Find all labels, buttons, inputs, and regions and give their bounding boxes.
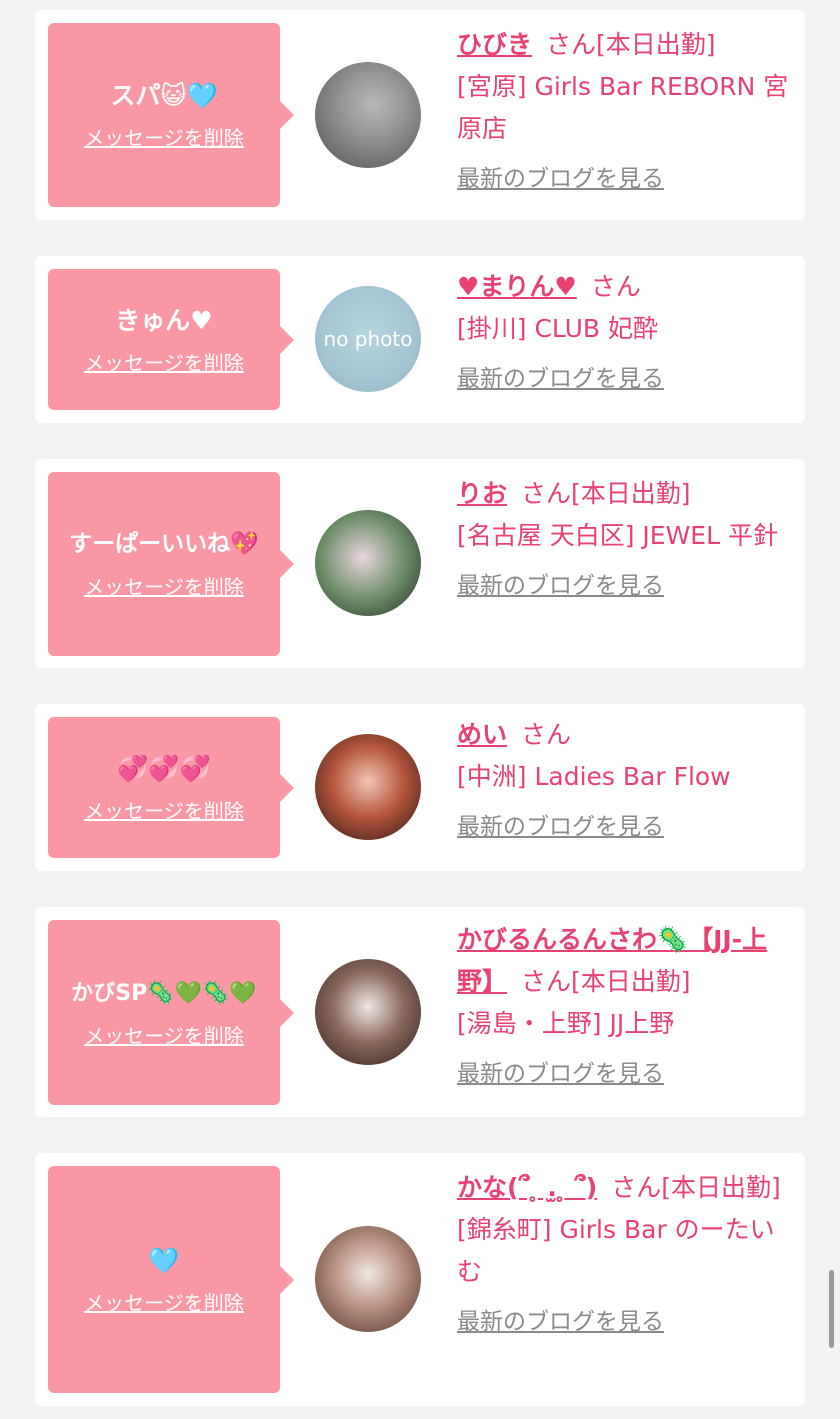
shop-name: [湯島・上野] JJ上野 bbox=[457, 1009, 675, 1038]
status-badge: [本日出勤] bbox=[596, 30, 716, 59]
avatar[interactable] bbox=[315, 510, 421, 616]
list-item: 💞💞💞 メッセージを削除 めい さん [中洲] Ladies Bar Flow 最… bbox=[35, 704, 805, 871]
girl-info: かな(՞ ̥ .̫ ̥ ՞) さん[本日出勤] [錦糸町] Girls Bar の… bbox=[457, 1167, 797, 1343]
honorific: さん bbox=[590, 272, 641, 301]
message-bubble: きゅん♥ メッセージを削除 bbox=[48, 269, 294, 410]
latest-blog-link[interactable]: 最新のブログを見る bbox=[457, 1053, 664, 1095]
no-photo-text: no photo bbox=[323, 327, 413, 351]
shop-name: [掛川] CLUB 妃酔 bbox=[457, 314, 658, 343]
delete-message-button[interactable]: メッセージを削除 bbox=[84, 571, 244, 600]
latest-blog-link[interactable]: 最新のブログを見る bbox=[457, 806, 664, 848]
shop-name: [宮原] Girls Bar REBORN 宮原店 bbox=[457, 72, 789, 143]
list-item: スパ😺🩵 メッセージを削除 ひびき さん[本日出勤] [宮原] Girls Bar… bbox=[35, 10, 805, 220]
no-photo-avatar[interactable]: no photo bbox=[315, 286, 421, 392]
girl-info: かびるんるんさわ🦠【JJ-上野】 さん[本日出勤] [湯島・上野] JJ上野 最新… bbox=[457, 919, 797, 1095]
avatar[interactable] bbox=[315, 1226, 421, 1332]
list-item: きゅん♥ メッセージを削除 no photo ♥まりん♥ さん [掛川] CLUB… bbox=[35, 256, 805, 423]
list-item: かびSP🦠💚🦠💚 メッセージを削除 かびるんるんさわ🦠【JJ-上野】 さん[本日出… bbox=[35, 907, 805, 1117]
message-bubble: 💞💞💞 メッセージを削除 bbox=[48, 717, 294, 858]
message-text: かびSP🦠💚🦠💚 bbox=[71, 980, 257, 1006]
girl-name-link[interactable]: りお bbox=[457, 479, 507, 508]
girl-name-link[interactable]: めい bbox=[457, 720, 507, 749]
message-bubble: すーぱーいいね💖 メッセージを削除 bbox=[48, 472, 294, 656]
message-text: スパ😺🩵 bbox=[110, 81, 218, 110]
girl-name-link[interactable]: ♥まりん♥ bbox=[457, 272, 577, 301]
girl-info: ひびき さん[本日出勤] [宮原] Girls Bar REBORN 宮原店 最新… bbox=[457, 24, 797, 200]
message-text: 💞💞💞 bbox=[117, 753, 211, 783]
girl-info: りお さん[本日出勤] [名古屋 天白区] JEWEL 平針 最新のブログを見る bbox=[457, 473, 797, 607]
delete-message-button[interactable]: メッセージを削除 bbox=[84, 347, 244, 376]
scrollbar[interactable] bbox=[829, 1270, 834, 1348]
latest-blog-link[interactable]: 最新のブログを見る bbox=[457, 1301, 664, 1343]
avatar[interactable] bbox=[315, 734, 421, 840]
girl-info: めい さん [中洲] Ladies Bar Flow 最新のブログを見る bbox=[457, 714, 797, 848]
girl-name-link[interactable]: ひびき bbox=[457, 30, 532, 59]
message-text: きゅん♥ bbox=[115, 305, 213, 335]
shop-name: [中洲] Ladies Bar Flow bbox=[457, 762, 731, 791]
latest-blog-link[interactable]: 最新のブログを見る bbox=[457, 565, 664, 607]
list-item: すーぱーいいね💖 メッセージを削除 りお さん[本日出勤] [名古屋 天白区] J… bbox=[35, 459, 805, 668]
avatar[interactable] bbox=[315, 62, 421, 168]
status-badge: [本日出勤] bbox=[571, 967, 691, 996]
latest-blog-link[interactable]: 最新のブログを見る bbox=[457, 358, 664, 400]
girl-name-link[interactable]: かな(՞ ̥ .̫ ̥ ՞) bbox=[457, 1173, 597, 1202]
status-badge: [本日出勤] bbox=[661, 1173, 781, 1202]
girl-info: ♥まりん♥ さん [掛川] CLUB 妃酔 最新のブログを見る bbox=[457, 266, 797, 400]
delete-message-button[interactable]: メッセージを削除 bbox=[84, 1287, 244, 1316]
avatar[interactable] bbox=[315, 959, 421, 1065]
latest-blog-link[interactable]: 最新のブログを見る bbox=[457, 158, 664, 200]
status-badge: [本日出勤] bbox=[571, 479, 691, 508]
message-text: すーぱーいいね💖 bbox=[69, 531, 259, 557]
list-item: 🩵 メッセージを削除 かな(՞ ̥ .̫ ̥ ՞) さん[本日出勤] [錦糸町] … bbox=[35, 1153, 805, 1406]
honorific: さん bbox=[521, 479, 572, 508]
delete-message-button[interactable]: メッセージを削除 bbox=[84, 1020, 244, 1049]
honorific: さん bbox=[521, 720, 572, 749]
honorific: さん bbox=[611, 1173, 662, 1202]
message-bubble: かびSP🦠💚🦠💚 メッセージを削除 bbox=[48, 920, 294, 1105]
message-bubble: スパ😺🩵 メッセージを削除 bbox=[48, 23, 294, 207]
honorific: さん bbox=[521, 967, 572, 996]
honorific: さん bbox=[546, 30, 597, 59]
shop-name: [錦糸町] Girls Bar のーたいむ bbox=[457, 1215, 775, 1286]
delete-message-button[interactable]: メッセージを削除 bbox=[84, 122, 244, 151]
delete-message-button[interactable]: メッセージを削除 bbox=[84, 795, 244, 824]
message-text: 🩵 bbox=[148, 1245, 180, 1275]
shop-name: [名古屋 天白区] JEWEL 平針 bbox=[457, 521, 778, 550]
message-bubble: 🩵 メッセージを削除 bbox=[48, 1166, 294, 1393]
